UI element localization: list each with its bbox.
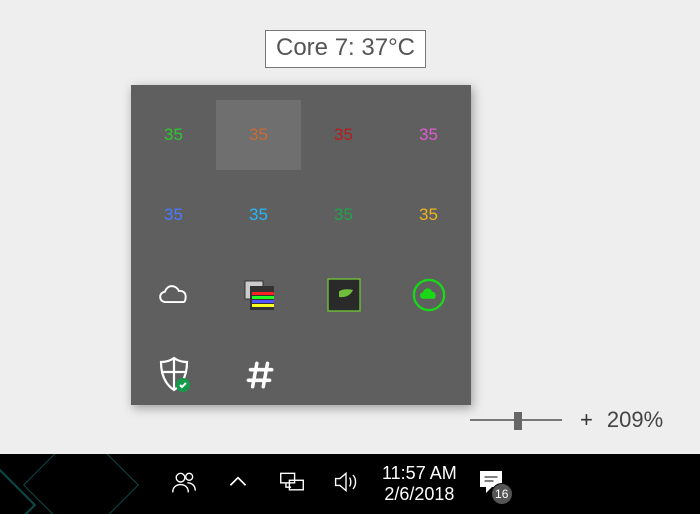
taskbar-date: 2/6/2018 bbox=[382, 484, 457, 505]
core-temp-7-icon[interactable]: 35 bbox=[386, 180, 471, 250]
core-temp-1-icon[interactable]: 35 bbox=[216, 100, 301, 170]
chevron-up-icon bbox=[225, 469, 251, 500]
onedrive-tray-icon[interactable] bbox=[131, 260, 216, 330]
zoom-in-button[interactable]: + bbox=[580, 407, 593, 433]
tray-chevron-button[interactable] bbox=[224, 470, 252, 498]
green-cloud-icon bbox=[412, 278, 446, 312]
system-tray-overflow: 35 35 35 35 35 35 35 35 bbox=[131, 85, 471, 405]
action-center-button[interactable]: 16 bbox=[473, 466, 509, 502]
people-button[interactable] bbox=[170, 470, 198, 498]
channel-tray-icon[interactable] bbox=[216, 340, 301, 410]
taskbar-background-pattern bbox=[0, 454, 170, 514]
nvidia-eye-icon bbox=[327, 278, 361, 312]
taskbar: 11:57 AM 2/6/2018 16 bbox=[0, 454, 700, 514]
hash-icon bbox=[242, 358, 276, 392]
volume-button[interactable] bbox=[332, 470, 360, 498]
rgb-utility-tray-icon[interactable] bbox=[216, 260, 301, 330]
people-icon bbox=[171, 469, 197, 500]
zoom-percent-label[interactable]: 209% bbox=[607, 407, 663, 433]
core-temp-0-icon[interactable]: 35 bbox=[131, 100, 216, 170]
core-temp-4-icon[interactable]: 35 bbox=[131, 180, 216, 250]
notification-count-badge: 16 bbox=[491, 483, 513, 505]
rainbow-chip-icon bbox=[242, 278, 276, 312]
taskbar-time: 11:57 AM bbox=[382, 463, 457, 484]
speaker-icon bbox=[333, 469, 359, 500]
network-button[interactable] bbox=[278, 470, 306, 498]
zoom-slider-thumb[interactable] bbox=[514, 412, 522, 430]
network-icon bbox=[279, 469, 305, 500]
core-temp-3-icon[interactable]: 35 bbox=[386, 100, 471, 170]
core-temp-6-icon[interactable]: 35 bbox=[301, 180, 386, 250]
zoom-control: + 209% bbox=[470, 400, 700, 440]
cloud-icon bbox=[157, 278, 191, 312]
core-temp-tooltip: Core 7: 37°C bbox=[265, 30, 426, 68]
razer-tray-icon[interactable] bbox=[386, 260, 471, 330]
nvidia-tray-icon[interactable] bbox=[301, 260, 386, 330]
zoom-slider[interactable] bbox=[470, 419, 562, 421]
core-temp-2-icon[interactable]: 35 bbox=[301, 100, 386, 170]
windows-defender-tray-icon[interactable] bbox=[131, 340, 216, 410]
core-temp-5-icon[interactable]: 35 bbox=[216, 180, 301, 250]
taskbar-clock[interactable]: 11:57 AM 2/6/2018 bbox=[382, 463, 457, 504]
shield-icon bbox=[157, 358, 191, 392]
